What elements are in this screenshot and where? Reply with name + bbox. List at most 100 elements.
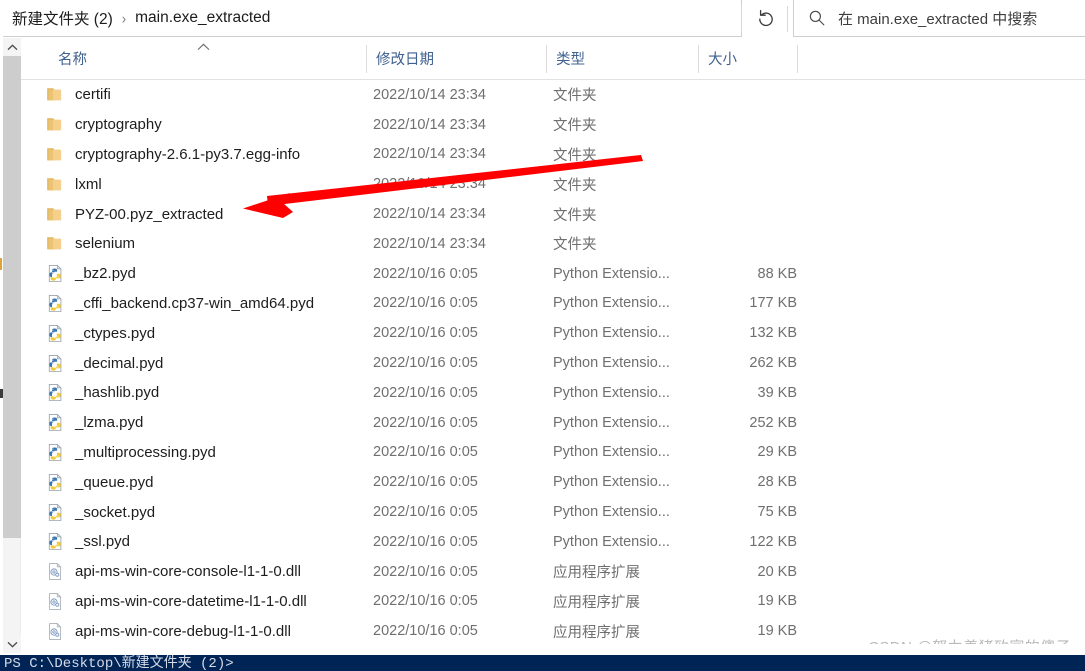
file-name-label: _cffi_backend.cp37-win_amd64.pyd (75, 294, 315, 312)
refresh-button[interactable] (745, 0, 787, 37)
breadcrumb[interactable]: 新建文件夹 (2) › main.exe_extracted (0, 0, 742, 37)
file-date-cell: 2022/10/16 0:05 (373, 265, 478, 282)
file-row[interactable]: _ctypes.pyd 2022/10/16 0:05 Python Extensi… (24, 318, 1085, 348)
file-name-label: _hashlib.pyd (75, 384, 160, 402)
file-name-label: api-ms-win-core-debug-l1-1-0.dll (75, 622, 291, 640)
file-date-cell: 2022/10/14 23:34 (373, 116, 486, 133)
breadcrumb-parent[interactable]: 新建文件夹 (2) (12, 7, 113, 29)
file-size-cell: 122 KB (749, 533, 797, 550)
dll-icon (49, 562, 62, 580)
file-name-cell[interactable]: _ssl.pyd (46, 532, 130, 551)
folder-icon (47, 118, 62, 131)
column-header-date-modified[interactable]: 修改日期 (366, 37, 434, 79)
folder-icon (47, 237, 62, 250)
file-type-cell: 文件夹 (553, 237, 597, 254)
file-date-cell: 2022/10/16 0:05 (373, 384, 478, 401)
file-size-cell: 19 KB (757, 593, 798, 610)
powershell-terminal-strip[interactable]: PS C:\Desktop\新建文件夹 (2)> (0, 655, 1085, 671)
vertical-scrollbar[interactable] (3, 38, 21, 653)
file-size-cell: 20 KB (757, 563, 798, 580)
edge-artifact-orange (0, 258, 2, 270)
file-row[interactable]: _ssl.pyd 2022/10/16 0:05 Python Extensio..… (24, 527, 1085, 557)
file-date-cell: 2022/10/16 0:05 (373, 355, 478, 372)
dll-icon (49, 622, 62, 640)
file-size-cell: 88 KB (757, 265, 798, 282)
file-name-cell[interactable]: api-ms-win-core-datetime-l1-1-0.dll (46, 592, 307, 611)
folder-icon (47, 207, 62, 220)
file-date-cell: 2022/10/16 0:05 (373, 474, 478, 491)
file-row[interactable]: cryptography 2022/10/14 23:34 文件夹 (24, 110, 1085, 140)
file-name-cell[interactable]: _queue.pyd (46, 473, 153, 492)
file-row[interactable]: _decimal.pyd 2022/10/16 0:05 Python Extens… (24, 348, 1085, 378)
search-box[interactable]: 在 main.exe_extracted 中搜索 (793, 0, 1085, 37)
file-date-cell: 2022/10/14 23:34 (373, 176, 486, 193)
file-row[interactable]: certifi 2022/10/14 23:34 文件夹 (24, 80, 1085, 110)
file-date-cell: 2022/10/16 0:05 (373, 325, 478, 342)
column-header-size[interactable]: 大小 (698, 37, 737, 79)
powershell-prompt: PS C:\Desktop\新建文件夹 (2)> (4, 656, 234, 671)
file-name-cell[interactable]: _ctypes.pyd (46, 324, 155, 343)
file-type-cell: 文件夹 (553, 207, 597, 224)
file-name-label: _lzma.pyd (75, 414, 144, 432)
file-row[interactable]: lxml 2022/10/14 23:34 文件夹 (24, 169, 1085, 199)
file-row[interactable]: _bz2.pyd 2022/10/16 0:05 Python Extensio..… (24, 259, 1085, 289)
file-name-cell[interactable]: _lzma.pyd (46, 413, 143, 432)
python-extension-icon (48, 294, 62, 312)
file-name-cell[interactable]: cryptography (46, 115, 162, 134)
file-name-cell[interactable]: PYZ-00.pyz_extracted (46, 205, 223, 224)
file-name-cell[interactable]: _decimal.pyd (46, 354, 163, 373)
file-name-cell[interactable]: _hashlib.pyd (46, 383, 159, 402)
file-name-cell[interactable]: _cffi_backend.cp37-win_amd64.pyd (46, 294, 314, 313)
scroll-down-arrow-icon[interactable] (3, 635, 21, 653)
file-date-cell: 2022/10/14 23:34 (373, 86, 486, 103)
column-header-name[interactable]: 名称 (48, 37, 87, 79)
file-name-cell[interactable]: lxml (46, 175, 102, 194)
file-name-label: api-ms-win-core-console-l1-1-0.dll (75, 563, 301, 581)
file-row[interactable]: PYZ-00.pyz_extracted 2022/10/14 23:34 文件夹 (24, 199, 1085, 229)
file-row[interactable]: _multiprocessing.pyd 2022/10/16 0:05 Pytho… (24, 438, 1085, 468)
search-input[interactable]: 在 main.exe_extracted 中搜索 (838, 8, 1037, 29)
file-row[interactable]: selenium 2022/10/14 23:34 文件夹 (24, 229, 1085, 259)
scrollbar-thumb[interactable] (3, 56, 21, 538)
file-date-cell: 2022/10/16 0:05 (373, 533, 478, 550)
file-row[interactable]: api-ms-win-core-console-l1-1-0.dll 2022/1… (24, 557, 1085, 587)
file-row[interactable]: _socket.pyd 2022/10/16 0:05 Python Extensi… (24, 497, 1085, 527)
python-extension-icon (48, 354, 62, 372)
file-name-cell[interactable]: api-ms-win-core-console-l1-1-0.dll (46, 562, 301, 581)
python-extension-icon (48, 443, 62, 461)
refresh-icon (759, 9, 773, 26)
addressbar-divider-1 (741, 6, 742, 32)
file-name-label: _queue.pyd (75, 473, 154, 491)
file-name-cell[interactable]: certifi (46, 85, 111, 104)
sort-ascending-icon (197, 41, 210, 53)
python-extension-icon (48, 264, 62, 283)
file-type-cell: 文件夹 (553, 88, 597, 105)
file-date-cell: 2022/10/16 0:05 (373, 295, 478, 312)
file-name-cell[interactable]: selenium (46, 234, 135, 253)
file-name-cell[interactable]: _bz2.pyd (46, 264, 136, 283)
file-name-cell[interactable]: _socket.pyd (46, 503, 155, 522)
file-row[interactable]: _cffi_backend.cp37-win_amd64.pyd 2022/10/… (24, 289, 1085, 319)
file-type-cell: 文件夹 (553, 177, 597, 194)
scroll-up-arrow-icon[interactable] (3, 38, 21, 56)
file-name-label: _socket.pyd (75, 503, 156, 521)
file-row[interactable]: api-ms-win-core-datetime-l1-1-0.dll 2022/… (24, 587, 1085, 617)
address-bar: 新建文件夹 (2) › main.exe_extracted 在 main.ex… (0, 0, 1085, 37)
file-row[interactable]: _hashlib.pyd 2022/10/16 0:05 Python Extens… (24, 378, 1085, 408)
file-list[interactable]: certifi 2022/10/14 23:34 文件夹 cryptography 20… (24, 80, 1085, 644)
column-header-type[interactable]: 类型 (546, 37, 585, 79)
file-name-cell[interactable]: _multiprocessing.pyd (46, 443, 216, 462)
file-row[interactable]: _queue.pyd 2022/10/16 0:05 Python Extensio… (24, 467, 1085, 497)
file-date-cell: 2022/10/14 23:34 (373, 235, 486, 252)
file-row[interactable]: _lzma.pyd 2022/10/16 0:05 Python Extensio.… (24, 408, 1085, 438)
file-size-cell: 39 KB (757, 384, 798, 401)
file-name-cell[interactable]: cryptography-2.6.1-py3.7.egg-info (46, 145, 300, 164)
file-name-cell[interactable]: api-ms-win-core-debug-l1-1-0.dll (46, 622, 291, 641)
breadcrumb-current[interactable]: main.exe_extracted (135, 9, 270, 27)
column-divider-4[interactable] (797, 45, 798, 73)
file-date-cell: 2022/10/16 0:05 (373, 563, 478, 580)
file-name-label: _ctypes.pyd (75, 324, 156, 342)
file-type-cell: 文件夹 (553, 118, 597, 135)
file-row[interactable]: cryptography-2.6.1-py3.7.egg-info 2022/10… (24, 140, 1085, 170)
file-date-cell: 2022/10/16 0:05 (373, 444, 478, 461)
